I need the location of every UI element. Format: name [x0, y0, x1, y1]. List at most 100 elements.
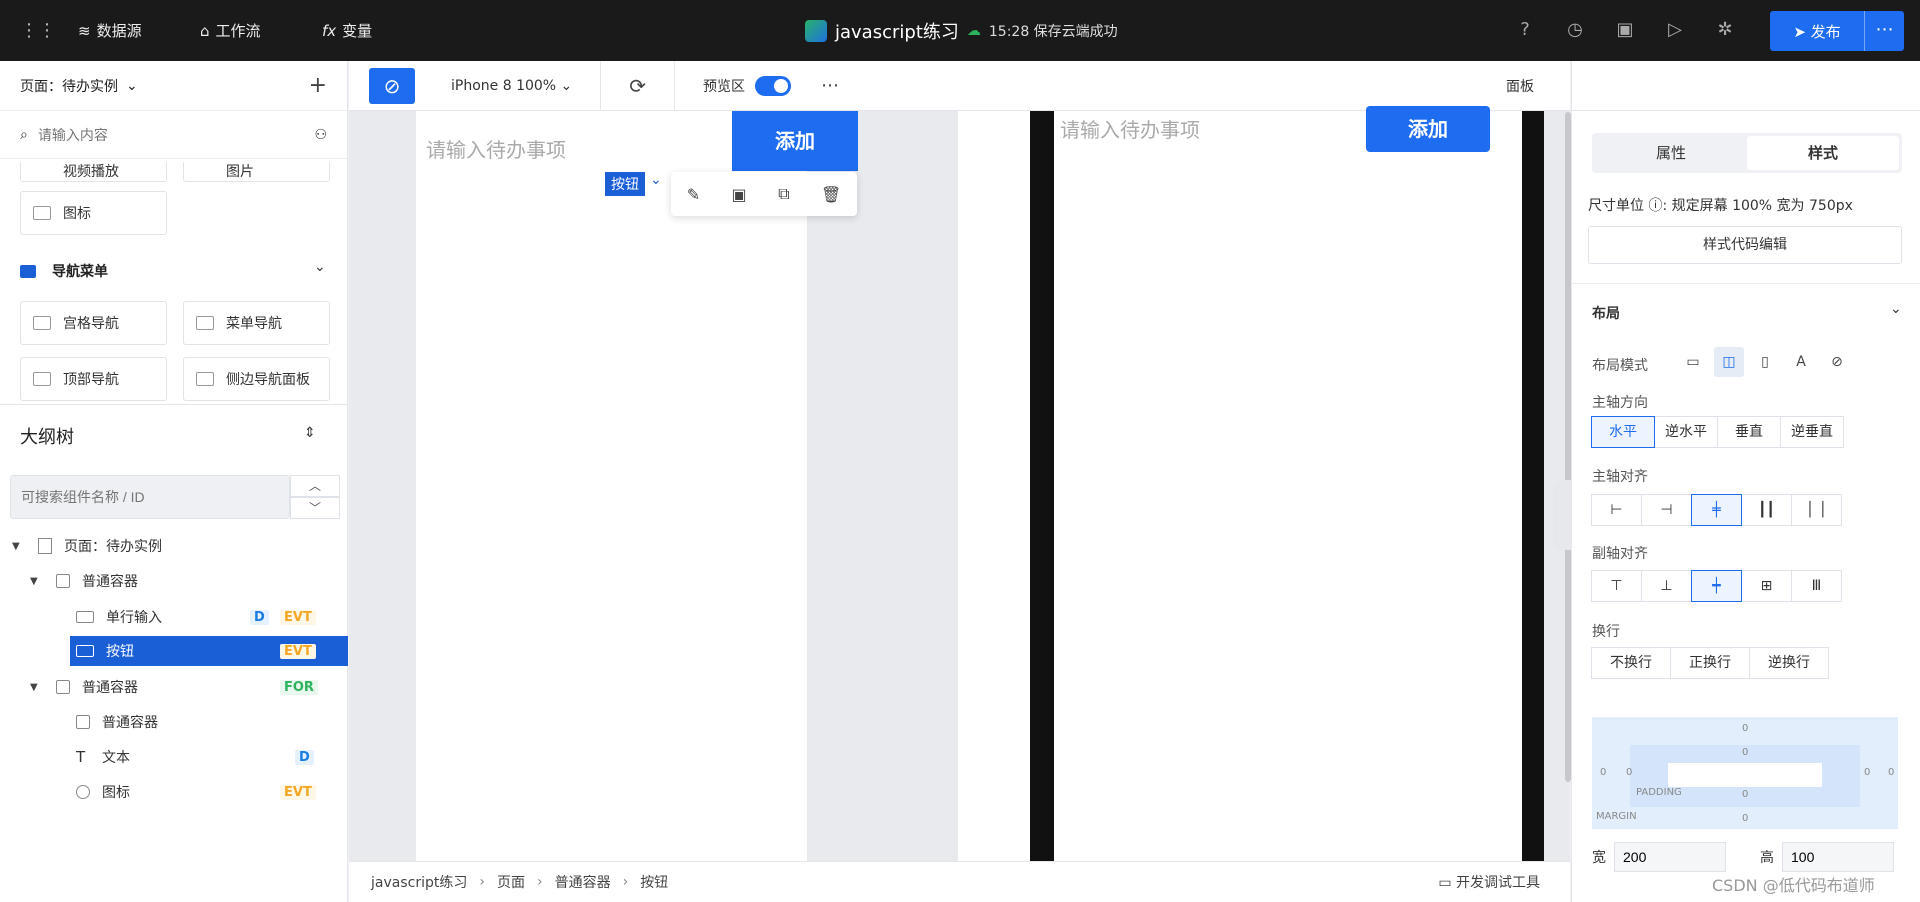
width-input[interactable]: [1614, 842, 1726, 872]
save-icon[interactable]: ▣: [1600, 19, 1650, 40]
collapse-chevron-icon[interactable]: ⌄: [314, 259, 326, 275]
layout-section-title[interactable]: 布局: [1592, 303, 1620, 323]
run-icon[interactable]: ▷: [1650, 19, 1700, 40]
component-side-nav[interactable]: 侧边导航面板: [183, 357, 330, 401]
tree-node-container[interactable]: ▼ 普通容器: [0, 564, 348, 598]
publish-more-button[interactable]: ⋯: [1864, 11, 1904, 51]
prev-match-button[interactable]: ︿: [290, 475, 340, 497]
app-name[interactable]: javascript练习: [835, 18, 959, 44]
wrap-normal[interactable]: 正换行: [1670, 647, 1750, 679]
breadcrumb-container[interactable]: 普通容器: [555, 872, 611, 892]
nav-menu-section[interactable]: 导航菜单: [20, 261, 108, 281]
tree-node-text[interactable]: T 文本 D: [0, 740, 348, 774]
dir-reverse-horizontal[interactable]: 逆水平: [1654, 416, 1718, 448]
add-button[interactable]: 添加: [732, 111, 858, 171]
align-stretch-icon[interactable]: Ⅲ: [1791, 570, 1842, 602]
chevron-down-icon[interactable]: ⌄: [1890, 301, 1902, 317]
justify-end-icon[interactable]: ⊣: [1641, 494, 1692, 526]
margin-right-value[interactable]: 0: [1888, 767, 1894, 778]
tree-node-button[interactable]: 按钮 EVT: [70, 636, 348, 666]
layout-block-icon[interactable]: ▭: [1678, 347, 1708, 377]
next-match-button[interactable]: ﹀: [290, 497, 340, 519]
breadcrumb-app[interactable]: javascript练习: [371, 872, 467, 892]
todo-input-placeholder[interactable]: 请输入待办事项: [426, 134, 566, 163]
tree-node-container-2[interactable]: ▼ 普通容器 FOR: [0, 670, 348, 704]
layout-hidden-icon[interactable]: ⊘: [1822, 347, 1852, 377]
selected-component-tag[interactable]: 按钮: [605, 172, 645, 196]
save-icon[interactable]: ▣: [732, 185, 747, 204]
history-icon[interactable]: ◷: [1550, 19, 1600, 40]
panel-toggle[interactable]: 面板: [1506, 76, 1534, 96]
height-field: 高: [1760, 842, 1894, 872]
info-icon[interactable]: ⓘ:: [1648, 198, 1671, 214]
component-search-input[interactable]: [37, 126, 315, 143]
layout-inline-icon[interactable]: A: [1786, 347, 1816, 377]
panel-collapse-handle[interactable]: [1553, 480, 1571, 550]
copy-icon[interactable]: ⧉: [778, 184, 789, 204]
outline-search-input[interactable]: [11, 476, 289, 518]
edit-icon[interactable]: ✎: [687, 185, 700, 204]
debug-icon[interactable]: ✲: [1700, 19, 1750, 40]
component-menu-nav[interactable]: 菜单导航: [183, 301, 330, 345]
margin-left-value[interactable]: 0: [1600, 767, 1606, 778]
margin-top-value[interactable]: 0: [1742, 723, 1748, 734]
preview-input-placeholder[interactable]: 请输入待办事项: [1060, 114, 1200, 143]
component-icon[interactable]: 图标: [20, 191, 167, 235]
wrap-none[interactable]: 不换行: [1591, 647, 1671, 679]
style-code-edit-button[interactable]: 样式代码编辑: [1588, 226, 1902, 264]
wrap-reverse[interactable]: 逆换行: [1749, 647, 1829, 679]
tree-node-input[interactable]: 单行输入 D EVT: [0, 600, 348, 634]
justify-around-icon[interactable]: │ │: [1791, 494, 1842, 526]
publish-button[interactable]: ➤ 发布 ⋯: [1770, 11, 1904, 51]
devtools-button[interactable]: ▭ 开发调试工具: [1438, 872, 1540, 892]
more-icon[interactable]: ⋯: [821, 75, 839, 96]
padding-right-value[interactable]: 0: [1864, 767, 1870, 778]
add-page-icon[interactable]: +: [309, 73, 327, 98]
preview-add-button[interactable]: 添加: [1366, 106, 1490, 152]
nav-workflow[interactable]: ⌂ 工作流: [200, 20, 261, 41]
justify-between-icon[interactable]: ┃┃: [1741, 494, 1792, 526]
padding-left-value[interactable]: 0: [1626, 767, 1632, 778]
layout-flex-icon[interactable]: ◫: [1714, 347, 1744, 377]
device-selector[interactable]: iPhone 8 100% ⌄: [451, 78, 572, 94]
align-start-icon[interactable]: ⊤: [1591, 570, 1642, 602]
mini-program-icon[interactable]: ⊘: [369, 67, 415, 104]
tab-style[interactable]: 样式: [1747, 136, 1899, 170]
height-input[interactable]: [1782, 842, 1894, 872]
align-end-icon[interactable]: ⊥: [1641, 570, 1692, 602]
align-baseline-icon[interactable]: ⊞: [1741, 570, 1792, 602]
component-grid-nav[interactable]: 宫格导航: [20, 301, 167, 345]
nav-variables[interactable]: fx 变量: [322, 20, 372, 41]
user-icon[interactable]: ⚇: [314, 127, 327, 143]
breadcrumb-button[interactable]: 按钮: [640, 872, 668, 892]
component-top-nav[interactable]: 顶部导航: [20, 357, 167, 401]
dir-reverse-vertical[interactable]: 逆垂直: [1780, 416, 1844, 448]
refresh-icon[interactable]: ⟳: [629, 74, 646, 98]
tab-properties[interactable]: 属性: [1595, 136, 1747, 170]
padding-bottom-value[interactable]: 0: [1742, 789, 1748, 800]
phone-screen: [1054, 111, 1522, 861]
apps-grid-icon[interactable]: ⋮⋮: [20, 21, 56, 41]
preview-toggle[interactable]: [755, 75, 792, 96]
for-badge: FOR: [280, 679, 318, 695]
nav-datasource[interactable]: ≋ 数据源: [78, 20, 142, 41]
component-video[interactable]: 视频播放: [20, 162, 167, 182]
expand-collapse-icon[interactable]: ⇕: [304, 425, 316, 441]
justify-center-icon[interactable]: ╪: [1691, 494, 1742, 526]
margin-bottom-value[interactable]: 0: [1742, 813, 1748, 824]
page-selector[interactable]: 页面：待办实例 ⌄ +: [0, 61, 347, 111]
component-image[interactable]: 图片: [183, 162, 330, 182]
layout-inline-block-icon[interactable]: ▯: [1750, 347, 1780, 377]
tree-node-icon[interactable]: 图标 EVT: [0, 775, 348, 809]
justify-start-icon[interactable]: ⊢: [1591, 494, 1642, 526]
padding-top-value[interactable]: 0: [1742, 747, 1748, 758]
breadcrumb-page[interactable]: 页面: [497, 872, 525, 892]
help-icon[interactable]: ?: [1500, 19, 1550, 40]
dir-horizontal[interactable]: 水平: [1591, 416, 1655, 448]
tree-node-page[interactable]: ▼ 页面：待办实例: [0, 529, 348, 563]
delete-icon[interactable]: 🗑: [821, 185, 841, 204]
tree-node-container-3[interactable]: 普通容器: [0, 705, 348, 739]
align-center-icon[interactable]: ┿: [1691, 570, 1742, 602]
dir-vertical[interactable]: 垂直: [1717, 416, 1781, 448]
chevron-down-icon[interactable]: ⌄: [650, 172, 662, 188]
